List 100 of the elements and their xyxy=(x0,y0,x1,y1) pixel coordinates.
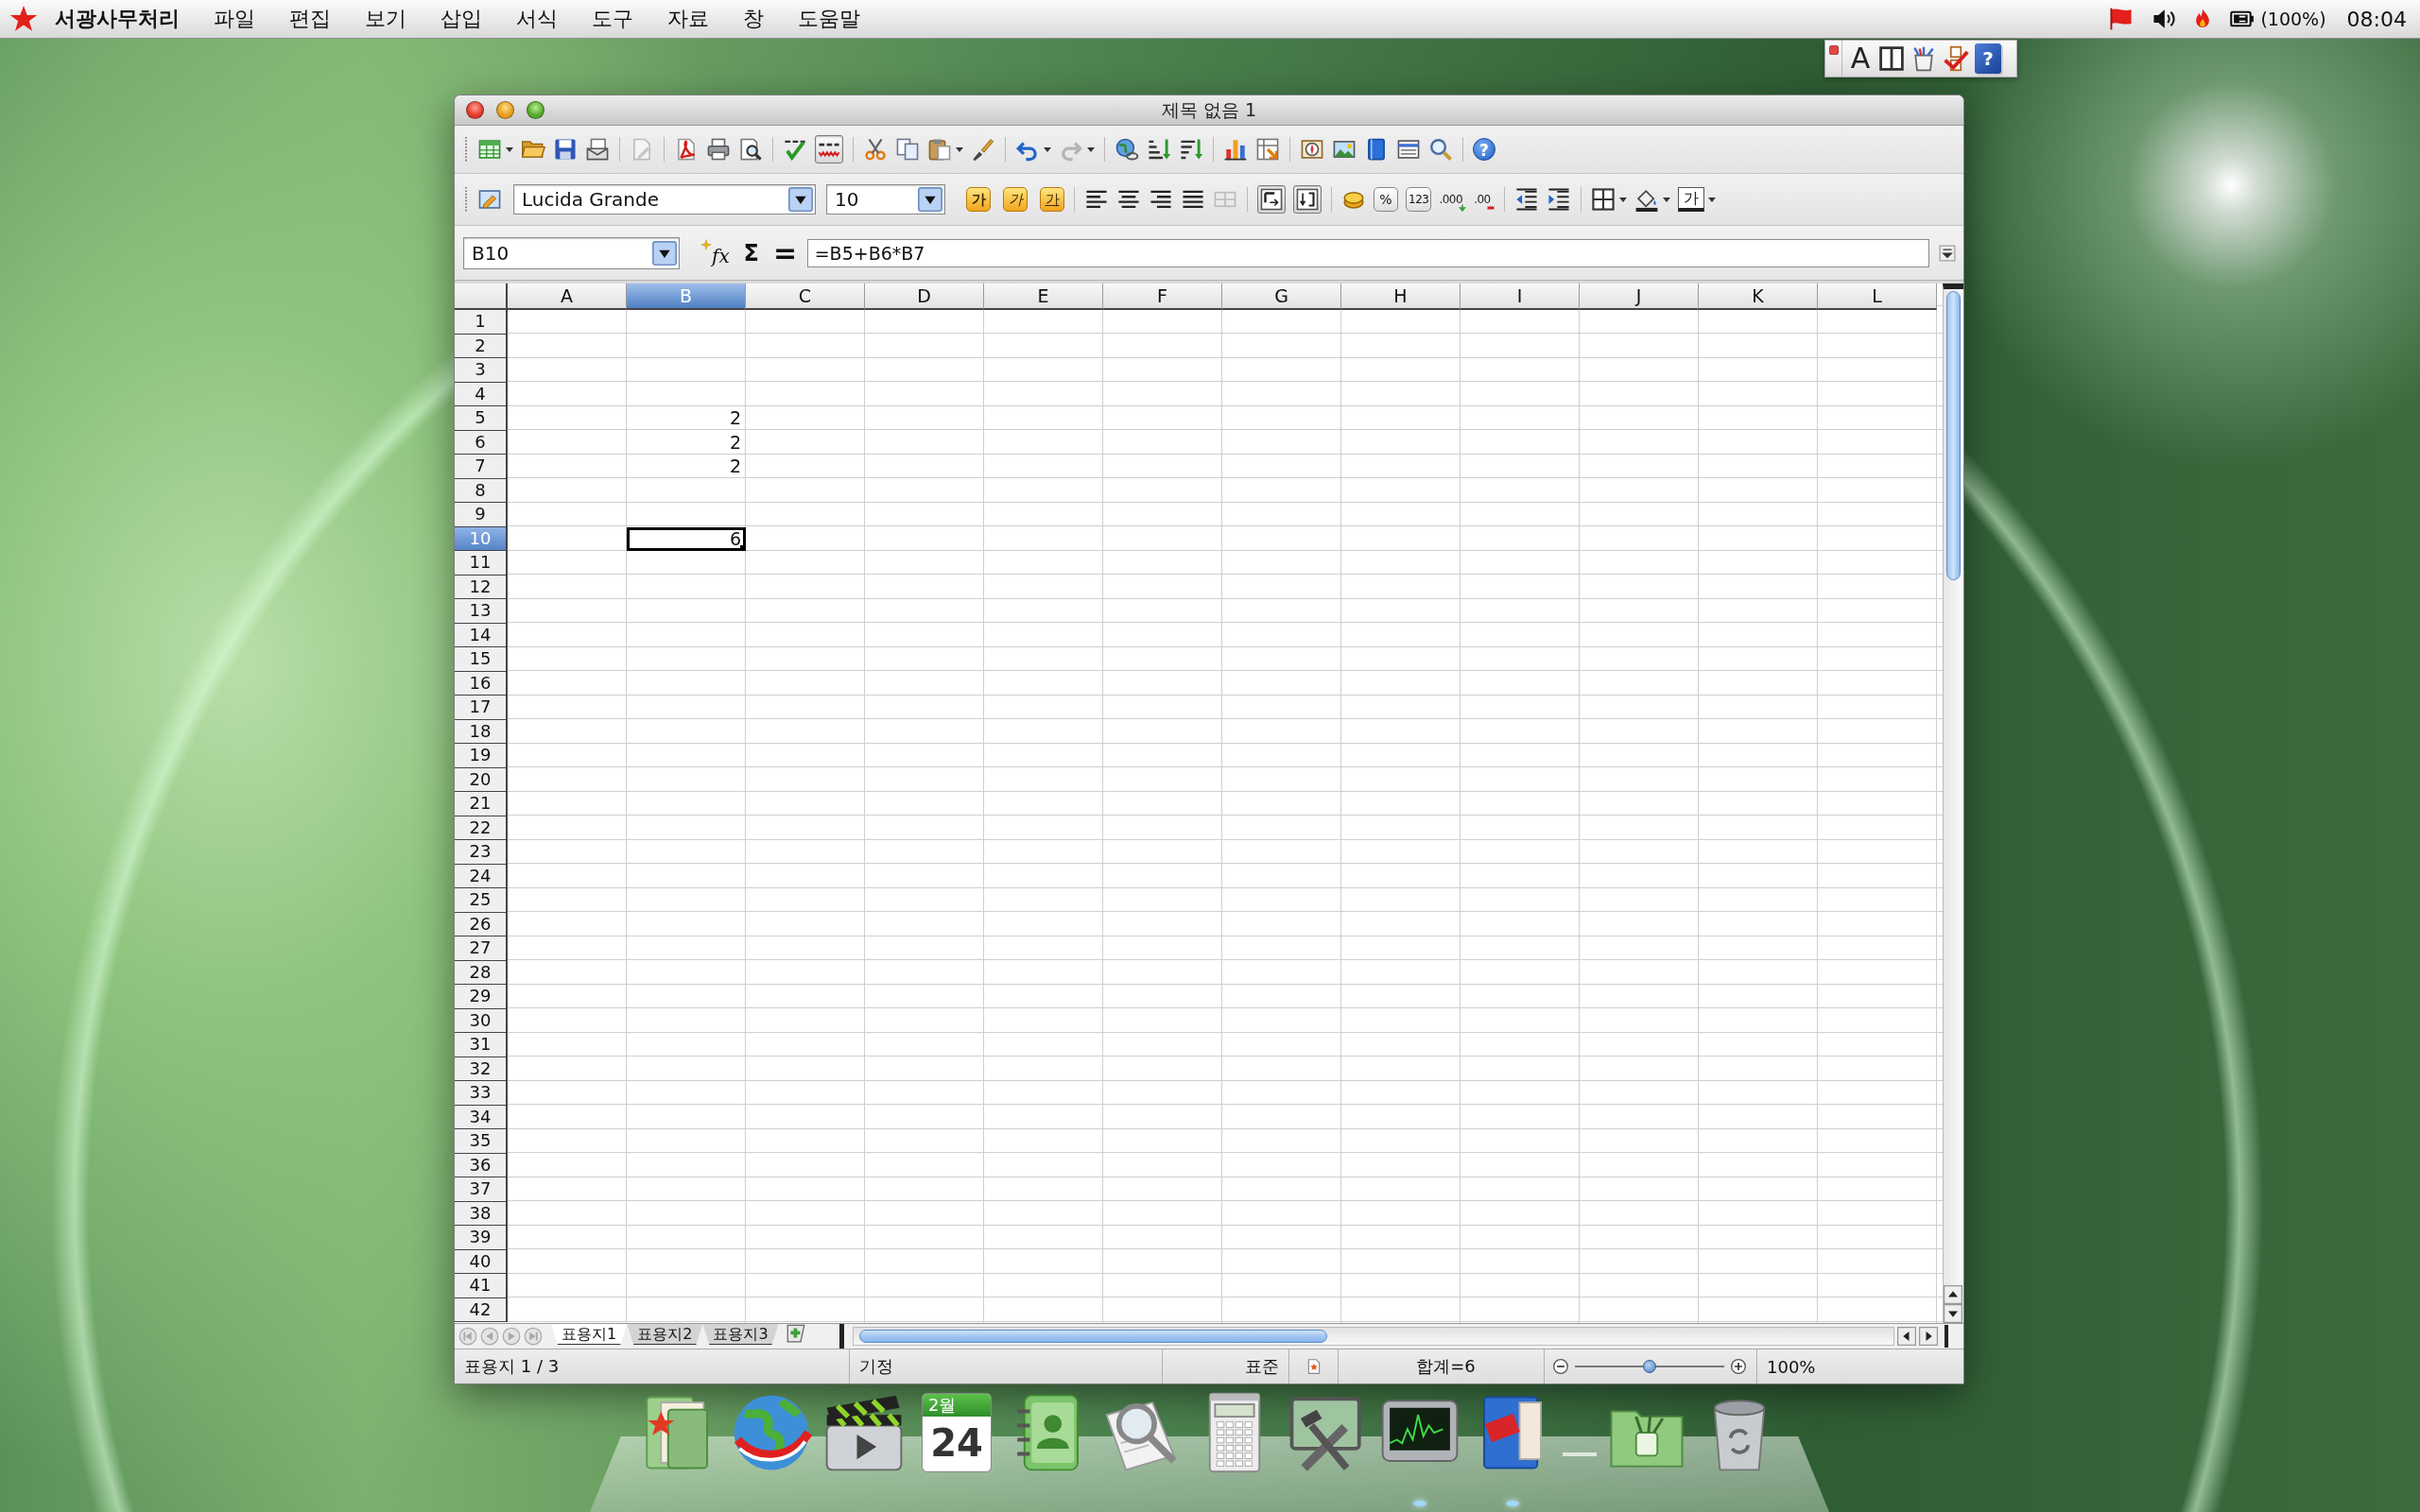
add-decimal-button[interactable]: .000 xyxy=(1439,187,1467,212)
row-header[interactable]: 21 xyxy=(455,792,508,816)
paint-bucket-icon[interactable] xyxy=(1634,187,1659,212)
row-header[interactable]: 14 xyxy=(455,623,508,647)
page-magnifier-icon[interactable] xyxy=(738,137,763,162)
bar-chart-icon[interactable] xyxy=(1223,137,1248,162)
menu-item[interactable]: 파일 xyxy=(197,2,272,36)
row-header[interactable]: 42 xyxy=(455,1297,508,1322)
slider-thumb[interactable] xyxy=(1643,1360,1656,1373)
percent-button[interactable]: % xyxy=(1374,187,1398,212)
borders-icon[interactable] xyxy=(1590,187,1616,212)
globe-link-icon[interactable] xyxy=(1115,137,1139,162)
menu-item[interactable]: 서식 xyxy=(499,2,575,36)
checkbox-tick-icon[interactable] xyxy=(1943,44,1969,73)
sort-ascending-icon[interactable] xyxy=(1147,137,1171,162)
row-header[interactable]: 7 xyxy=(455,455,508,479)
clock[interactable]: 08:04 xyxy=(2346,7,2407,31)
column-header[interactable]: G xyxy=(1222,284,1341,310)
page-style[interactable]: 기정 xyxy=(859,1355,893,1378)
minimize-icon[interactable] xyxy=(496,101,514,119)
calendar-button[interactable]: 2월 24 xyxy=(922,1393,992,1472)
caret-icon[interactable] xyxy=(1087,146,1095,152)
row-header[interactable]: 28 xyxy=(455,960,508,985)
row-header[interactable]: 3 xyxy=(455,358,508,383)
underline-button[interactable]: 가 xyxy=(1040,187,1064,212)
menu-item[interactable]: 창 xyxy=(726,2,781,36)
arrow-left-icon[interactable] xyxy=(1897,1327,1916,1346)
row-header[interactable]: 38 xyxy=(455,1201,508,1226)
column-header[interactable]: J xyxy=(1580,284,1699,310)
scrollbar-thumb[interactable] xyxy=(859,1330,1327,1343)
clipboard-icon[interactable] xyxy=(927,137,952,162)
scrollbar-thumb[interactable] xyxy=(1946,291,1961,580)
sheet-tab[interactable]: 표용지2 xyxy=(627,1324,703,1345)
menu-item[interactable]: 편집 xyxy=(272,2,348,36)
menu-item[interactable]: 삽입 xyxy=(424,2,499,36)
menu-item[interactable]: 도구 xyxy=(575,2,650,36)
column-header[interactable]: I xyxy=(1461,284,1580,310)
row-header[interactable]: 25 xyxy=(455,888,508,913)
caret-icon[interactable] xyxy=(956,146,963,152)
scissors-icon[interactable] xyxy=(863,137,888,162)
row-header[interactable]: 32 xyxy=(455,1057,508,1081)
square-indicator-icon[interactable] xyxy=(1827,44,1840,56)
row-header[interactable]: 39 xyxy=(455,1226,508,1250)
row-header[interactable]: 9 xyxy=(455,503,508,527)
close-icon[interactable] xyxy=(466,101,484,119)
font-color-button[interactable]: 가 xyxy=(1677,187,1704,212)
compass-icon[interactable] xyxy=(1300,137,1324,162)
row-header[interactable]: 24 xyxy=(455,864,508,888)
row-header[interactable]: 16 xyxy=(455,671,508,696)
row-header[interactable]: 4 xyxy=(455,382,508,406)
name-box[interactable]: B10 xyxy=(463,236,680,269)
column-header[interactable]: A xyxy=(508,284,627,310)
row-header[interactable]: 1 xyxy=(455,310,508,335)
caret-icon[interactable] xyxy=(1618,197,1627,202)
star-icon[interactable] xyxy=(9,5,38,33)
row-header[interactable]: 36 xyxy=(455,1153,508,1177)
spreadsheet-icon[interactable] xyxy=(477,137,502,162)
column-header[interactable]: D xyxy=(865,284,984,310)
row-header[interactable]: 40 xyxy=(455,1249,508,1274)
row-header[interactable]: 11 xyxy=(455,551,508,576)
row-header[interactable]: 2 xyxy=(455,334,508,358)
row-header[interactable]: 33 xyxy=(455,1081,508,1106)
caret-icon[interactable] xyxy=(1707,197,1716,202)
maximize-icon[interactable] xyxy=(527,101,544,119)
row-header[interactable]: 17 xyxy=(455,696,508,720)
formula-button[interactable]: = xyxy=(772,238,798,267)
column-header[interactable]: L xyxy=(1818,284,1937,310)
two-panel-icon[interactable] xyxy=(1878,44,1905,73)
app-menu[interactable]: 서광사무처리 xyxy=(49,2,197,36)
indent-icon[interactable] xyxy=(1546,187,1571,212)
selection-mode[interactable]: 표준 xyxy=(1245,1355,1279,1378)
arrow-up-icon[interactable] xyxy=(1944,1285,1962,1304)
bold-button[interactable]: 가 xyxy=(966,187,991,212)
italic-button[interactable]: 가 xyxy=(1003,187,1028,212)
font-name-combobox[interactable]: Lucida Grande xyxy=(513,184,816,215)
menu-item[interactable]: 도움말 xyxy=(781,2,877,36)
row-header[interactable]: 23 xyxy=(455,840,508,865)
function-wizard-button[interactable]: fx xyxy=(700,238,730,267)
row-header[interactable]: 26 xyxy=(455,912,508,936)
zoom-out-icon[interactable] xyxy=(1552,1358,1569,1375)
row-header[interactable]: 27 xyxy=(455,936,508,961)
styles-icon[interactable] xyxy=(477,187,502,212)
vertical-scrollbar[interactable] xyxy=(1944,289,1963,1285)
column-header[interactable]: H xyxy=(1341,284,1461,310)
row-header[interactable]: 41 xyxy=(455,1274,508,1298)
row-header[interactable]: 13 xyxy=(455,599,508,624)
row-header[interactable]: 18 xyxy=(455,719,508,744)
title-bar[interactable]: 제목 없음 1 xyxy=(455,95,1963,126)
sheet-tab[interactable]: 표용지1 xyxy=(551,1324,628,1345)
select-all-corner[interactable] xyxy=(455,284,508,310)
row-header[interactable]: 8 xyxy=(455,478,508,503)
toolbar-handle-icon[interactable] xyxy=(464,186,468,213)
sort-descending-icon[interactable] xyxy=(1179,137,1203,162)
menu-item[interactable]: 자료 xyxy=(650,2,726,36)
row-header[interactable]: 5 xyxy=(455,406,508,431)
row-header[interactable]: 34 xyxy=(455,1105,508,1129)
outdent-icon[interactable] xyxy=(1513,187,1539,212)
menu-item[interactable]: 보기 xyxy=(348,2,424,36)
input-mode-button[interactable]: A xyxy=(1848,43,1873,75)
zoom-icon[interactable] xyxy=(1428,137,1453,162)
